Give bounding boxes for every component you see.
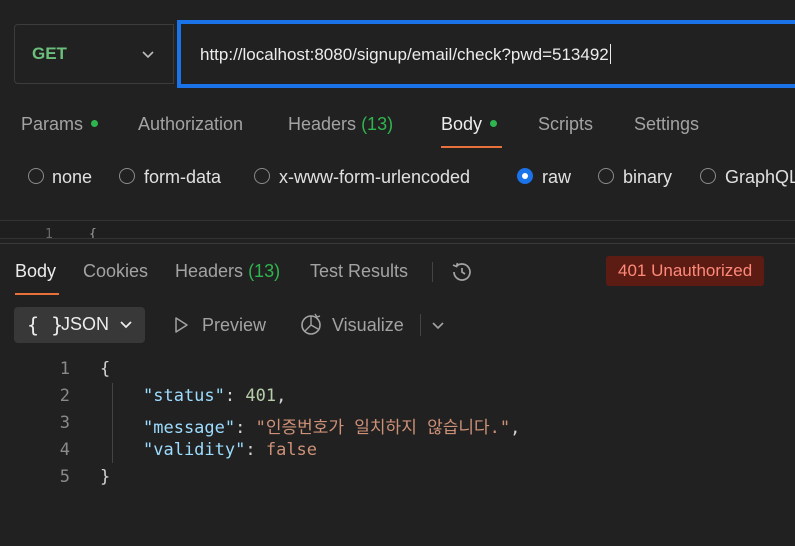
radio-urlencoded[interactable]	[254, 168, 270, 184]
response-tab-test-results[interactable]: Test Results	[310, 261, 408, 282]
response-tab-cookies[interactable]: Cookies	[83, 261, 148, 282]
radio-graphql[interactable]	[700, 168, 716, 184]
line-number: 5	[59, 467, 70, 487]
json-field-validity: "validity": false	[143, 440, 318, 460]
play-icon[interactable]	[172, 316, 190, 334]
radio-raw[interactable]	[517, 168, 533, 184]
tab-params-label: Params	[21, 114, 84, 134]
line-number: 1	[59, 359, 70, 379]
tab-settings[interactable]: Settings	[634, 114, 699, 135]
chevron-down-icon	[120, 321, 132, 329]
json-punct: ,	[276, 386, 287, 406]
json-key: "message"	[143, 418, 236, 438]
json-field-message: "message": "인증번호가 일치하지 않습니다.",	[143, 418, 521, 438]
url-text: http://localhost:8080/signup/email/check…	[200, 44, 611, 64]
editor-line-number: 1	[45, 227, 53, 239]
tab-body[interactable]: Body	[441, 114, 498, 135]
body-indicator-dot	[490, 120, 498, 127]
format-label: JSON	[61, 314, 110, 334]
line-number: 4	[59, 440, 70, 460]
tab-params[interactable]: Params	[21, 114, 99, 135]
response-headers-count: (13)	[248, 261, 281, 281]
braces-icon: { }	[27, 313, 64, 337]
headers-count: (13)	[361, 114, 394, 134]
radio-graphql-label[interactable]: GraphQL	[725, 167, 795, 188]
radio-none[interactable]	[28, 168, 44, 184]
radio-form-data-label[interactable]: form-data	[144, 167, 221, 188]
json-punct: ,	[510, 418, 521, 438]
radio-none-label[interactable]: none	[52, 167, 92, 188]
editor-line-text: {	[89, 227, 97, 239]
json-value: "인증번호가 일치하지 않습니다."	[255, 418, 511, 438]
radio-form-data[interactable]	[119, 168, 135, 184]
text-caret	[609, 44, 611, 64]
json-value: false	[265, 440, 318, 460]
json-key: "validity"	[143, 440, 246, 460]
visualize-button[interactable]: Visualize	[332, 315, 404, 336]
tab-headers[interactable]: Headers (13)	[288, 114, 393, 135]
radio-raw-label[interactable]: raw	[542, 167, 571, 188]
active-tab-underline	[441, 146, 502, 148]
line-number: 3	[59, 413, 70, 433]
visualize-icon[interactable]	[299, 312, 323, 336]
toolbar-divider	[432, 262, 433, 282]
request-body-editor[interactable]: 1 {	[0, 220, 795, 239]
line-number: 2	[59, 386, 70, 406]
json-field-status: "status": 401,	[143, 386, 287, 406]
chevron-down-icon[interactable]	[430, 317, 446, 333]
history-icon[interactable]	[450, 260, 474, 284]
tab-body-label: Body	[441, 114, 483, 134]
toolbar-divider	[420, 314, 421, 336]
params-indicator-dot	[91, 120, 99, 127]
tab-authorization[interactable]: Authorization	[138, 114, 243, 135]
indent-guide	[112, 383, 113, 463]
radio-urlencoded-label[interactable]: x-www-form-urlencoded	[279, 167, 470, 188]
json-value: 401	[245, 386, 277, 406]
chevron-down-icon[interactable]	[140, 46, 156, 62]
radio-binary[interactable]	[598, 168, 614, 184]
status-badge[interactable]: 401 Unauthorized	[606, 256, 765, 286]
tab-headers-label: Headers	[288, 114, 357, 134]
pane-resize-handle[interactable]	[0, 243, 795, 244]
response-active-tab-underline	[15, 293, 59, 295]
preview-button[interactable]: Preview	[202, 315, 266, 336]
json-key: "status"	[143, 386, 225, 406]
response-tab-headers-label: Headers	[175, 261, 244, 281]
radio-binary-label[interactable]: binary	[623, 167, 672, 188]
response-tab-body[interactable]: Body	[15, 261, 56, 282]
method-label: GET	[32, 44, 67, 63]
tab-scripts[interactable]: Scripts	[538, 114, 593, 135]
response-tab-headers[interactable]: Headers (13)	[175, 261, 280, 282]
json-open-brace: {	[100, 359, 111, 379]
json-close-brace: }	[100, 467, 111, 487]
